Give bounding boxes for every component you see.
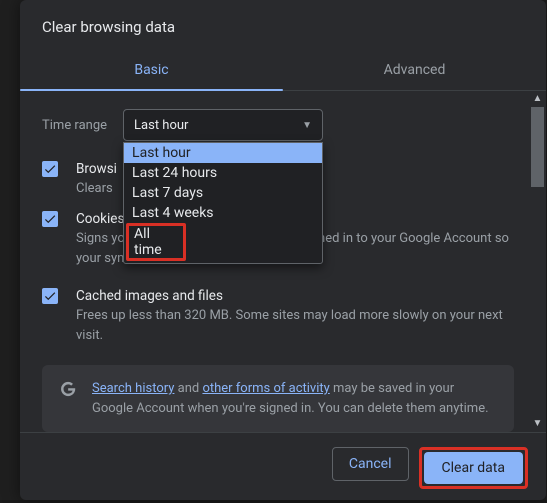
cancel-button[interactable]: Cancel [332,447,409,481]
time-range-option-last-7-days[interactable]: Last 7 days [124,183,322,203]
time-range-dropdown[interactable]: Last hour ▼ Last hour Last 24 hours Last… [123,109,323,141]
browsing-history-desc: Clears [76,179,117,199]
cache-title: Cached images and files [76,286,524,306]
scrollbar[interactable]: ▲ ▼ [531,94,544,429]
scroll-down-icon[interactable]: ▼ [533,419,543,429]
clear-browsing-data-dialog: Clear browsing data Basic Advanced ▲ ▼ T… [20,0,546,500]
dialog-title: Clear browsing data [20,0,546,50]
time-range-button[interactable]: Last hour ▼ [123,109,323,141]
tab-advanced[interactable]: Advanced [283,50,546,90]
browsing-history-title: Browsi [76,159,117,179]
scroll-thumb[interactable] [531,107,544,187]
time-range-selected: Last hour [134,118,188,133]
time-range-option-last-hour[interactable]: Last hour [124,143,322,163]
checkbox-cookies[interactable] [42,211,58,227]
tab-bar: Basic Advanced [20,50,546,91]
checkbox-browsing-history[interactable] [42,161,58,177]
time-range-listbox: Last hour Last 24 hours Last 7 days Last… [123,142,323,264]
time-range-label: Time range [42,118,107,133]
time-range-option-last-24-hours[interactable]: Last 24 hours [124,163,322,183]
google-icon [58,379,78,399]
cache-desc: Frees up less than 320 MB. Some sites ma… [76,306,524,345]
clear-data-button[interactable]: Clear data [424,452,523,484]
dialog-footer: Cancel Clear data [20,432,546,503]
checkbox-row-cache: Cached images and files Frees up less th… [42,286,524,345]
info-text: Search history and other forms of activi… [92,379,498,418]
checkbox-cache[interactable] [42,288,58,304]
scroll-up-icon[interactable]: ▲ [533,94,543,104]
chevron-down-icon: ▼ [302,120,312,131]
info-box: Search history and other forms of activi… [42,365,514,432]
time-range-option-all-time[interactable]: All time [126,223,186,261]
link-other-activity[interactable]: other forms of activity [202,381,329,396]
link-search-history[interactable]: Search history [92,381,174,396]
time-range-option-last-4-weeks[interactable]: Last 4 weeks [124,203,322,223]
highlight-clear-data: Clear data [419,447,528,489]
tab-basic[interactable]: Basic [20,50,283,90]
